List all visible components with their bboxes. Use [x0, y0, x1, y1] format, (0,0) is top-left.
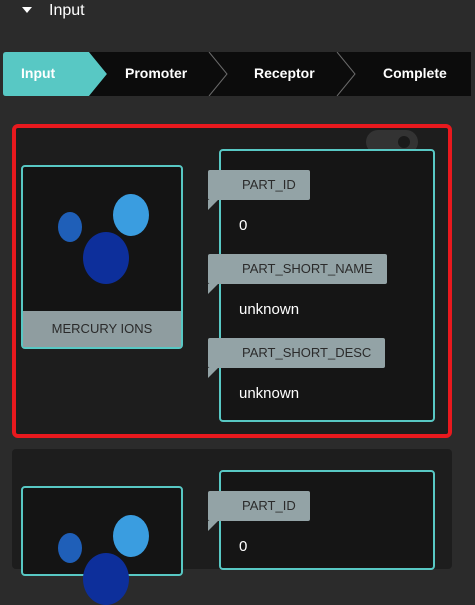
step-progress-bar: Input Promoter Receptor Complete	[3, 52, 471, 96]
step-promoter-label[interactable]: Promoter	[125, 65, 187, 81]
ion-small-circle	[58, 212, 82, 242]
field-value-part-short-name: unknown	[239, 301, 300, 318]
field-value-part-short-desc: unknown	[239, 385, 300, 402]
field-value-part-id: 0	[239, 217, 248, 234]
step-complete-label[interactable]: Complete	[383, 65, 447, 81]
field-label-part-short-desc: PART_SHORT_DESC	[208, 338, 386, 378]
field-label-part-short-name: PART_SHORT_NAME	[208, 254, 387, 294]
field-label-part-id: PART_ID	[208, 491, 310, 531]
section-title: Input	[49, 2, 85, 19]
step-receptor-label[interactable]: Receptor	[254, 65, 315, 81]
section-header[interactable]: Input	[0, 0, 475, 28]
ion-large-dark-circle	[83, 553, 129, 605]
part-fields-box-2: PART_ID 0	[208, 470, 435, 570]
part-image-card-2[interactable]	[21, 486, 183, 605]
field-label-part-id: PART_ID	[208, 170, 310, 210]
ion-small-circle	[58, 533, 82, 563]
ion-large-light-circle	[113, 194, 149, 236]
ion-large-light-circle	[113, 515, 149, 557]
part-fields-box: PART_ID 0 PART_SHORT_NAME unknown PART_S…	[208, 149, 435, 422]
part-image-card[interactable]: MERCURY IONS	[21, 165, 183, 349]
part-image-caption: MERCURY IONS	[23, 311, 181, 347]
ion-large-dark-circle	[83, 232, 129, 284]
step-input-label[interactable]: Input	[21, 65, 55, 81]
collapse-triangle-icon[interactable]	[22, 7, 32, 13]
toggle-knob	[398, 136, 410, 148]
field-value-part-id: 0	[239, 538, 248, 555]
